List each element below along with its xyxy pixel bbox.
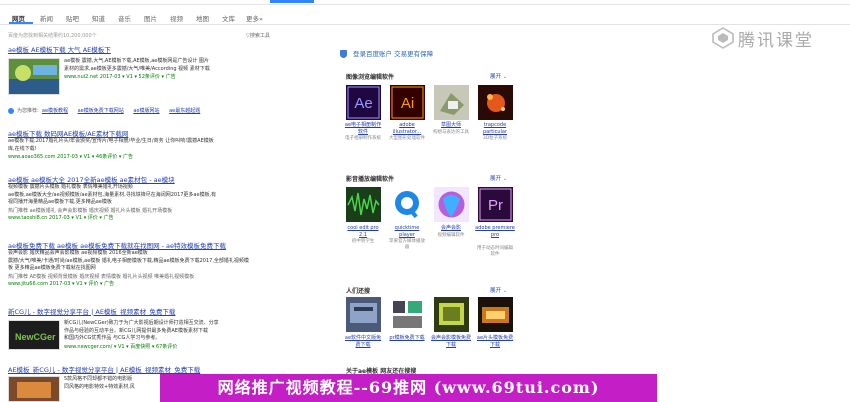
pr-template-thumbnail[interactable] [390,297,425,332]
result-url: www.nui2.net 2017-03 ▾ V1 ▾ 52条评价 ▾ 广告 [64,74,176,80]
svg-text:Ai: Ai [401,95,414,112]
tab-zhidao[interactable]: 知道 [92,13,105,23]
ae-intro-template-thumbnail[interactable] [478,297,513,332]
result-title[interactable]: ae模板 AE模板下载 大气 AE模板下 [8,44,268,54]
result-thumbnail[interactable] [8,58,60,95]
search-tools-button[interactable]: ▽搜索工具 [246,32,270,39]
search-result: ae模板下载 数码网AE模板/AE素材下载网 ae模板下载,2017婚礼片头/年… [8,128,268,160]
result-url: www.jitu66.com 2017-03 ▾ V1 ▾ 评价 ▾ 广告 [8,280,115,287]
app-label[interactable]: 会声会影模板免费下载 [431,335,471,349]
app-label[interactable]: trapcode particular [475,122,515,136]
promo-banner: 网络推广视频教程--69推网 (www.69tui.com) [160,374,657,402]
result-body: ae模板 震撼,大气,AE模板下载,AE模板,ae模板网是广告设计 图片 素材的… [64,58,269,80]
result-count: 百度为您找到相关结果约10,200,000个 [8,33,97,39]
recommend-link[interactable]: ae最东越起题 [169,108,200,114]
result-url: www.taoshi8.cn 2017-03 ▾ V1 ▾ 评价 ▾ 广告 [8,214,114,221]
app-subtitle: 3D粒子系统 [482,136,508,141]
search-result: ae模板 AE模板下载 大气 AE模板下 [8,44,268,54]
section-title: 影音播放编辑软件 [346,176,395,183]
login-promo[interactable]: 登录百度账户 交易更有保障 [340,48,433,58]
app-label[interactable]: adobe illustrator... [387,122,427,136]
result-url: www.newcger.com/ ▾ V1 ▾ 百度快照 ▾ 67条评价 [64,343,178,350]
search-result: 新CG儿 - 数字视觉分享平台 | AE模板_视频素材_免费下载 [8,306,268,316]
svg-text:Pr: Pr [488,197,503,214]
svg-text:Ae: Ae [354,95,372,112]
info-icon [8,107,14,114]
illustrator-icon[interactable]: Ai [390,85,425,120]
app-label[interactable]: ae片头模板免费下载 [475,335,515,349]
search-result: ae模板免费下载 ae模板 ae模板免费下载就在找图网 - ae特效模板免费下载… [8,240,268,287]
cool-edit-pro-icon[interactable] [346,187,381,222]
expand-button[interactable]: 展开 ⌄ [490,286,507,294]
result-url: www.aoao365.com 2017-03 ▾ V1 ▾ 46条评价 ▾ 广… [8,154,133,160]
corel-videostudio-icon[interactable] [434,187,469,222]
tab-video[interactable]: 视频 [170,13,183,23]
expand-button[interactable]: 展开 ⌄ [490,174,507,182]
search-button-edge[interactable] [270,0,314,3]
tab-wenku[interactable]: 文库 [222,13,235,23]
recommend-bar: 为您推荐: ae模板教程 ae模板免费下载网站 ae模版网站 ae最东越起题 [8,107,208,114]
app-label[interactable]: 会声会影 [431,225,471,232]
section-title: 图像浏览编辑软件 [346,74,395,81]
recommend-link[interactable]: ae模板教程 [42,108,68,114]
app-subtitle: 电子相册制作系统 [345,136,381,141]
search-result: AE模板_新CG儿 - 数字视觉分享平台 | AE模板_视频素材_免费下载 [8,364,268,374]
videostudio-template-thumbnail[interactable] [434,297,469,332]
shield-icon [340,50,347,58]
app-label[interactable]: cool edit pro 2.1 [343,225,383,239]
app-subtitle: 苹果官方媒体播放器 [389,239,425,250]
chevron-down-icon: ⌄ [502,288,508,294]
tab-news[interactable]: 新闻 [40,13,53,23]
app-label[interactable]: ae电子相册制作软件 [343,122,383,136]
result-thumbnail[interactable] [8,376,60,402]
app-label[interactable]: adobe premiere pro [475,225,515,239]
quicktime-icon[interactable] [390,187,425,222]
tab-tieba[interactable]: 贴吧 [66,13,79,23]
premiere-pro-icon[interactable]: Pr [478,187,513,222]
result-title[interactable]: 新CG儿 - 数字视觉分享平台 | AE模板_视频素材_免费下载 [8,306,268,316]
result-body: 5款风格不同却都不错的电影版 同风格的电影特效+特效素材,风 [64,376,135,390]
app-label[interactable]: pr模板免费下载 [387,335,427,342]
tencent-classroom-logo-icon [712,27,734,49]
app-subtitle: 构想与表达的工具 [433,130,469,135]
trapcode-particular-icon[interactable] [478,85,513,120]
recommend-link[interactable]: ae模板免费下载网站 [78,108,124,114]
chevron-down-icon: ⌄ [502,176,508,182]
result-title[interactable]: ae模板下载 数码网AE模板/AE素材下载网 [8,128,268,138]
recommend-link[interactable]: ae模版网站 [133,108,159,114]
sketchup-icon[interactable] [434,85,469,120]
app-subtitle: 初中到学生 [351,239,375,244]
tab-music[interactable]: 音乐 [118,13,131,23]
app-subtitle: 视频编辑软件 [437,233,465,238]
tab-more[interactable]: 更多» [246,13,263,23]
result-title[interactable]: ae模板免费下载 ae模板 ae模板免费下载就在找图网 - ae特效模板免费下载 [8,240,268,250]
active-tab-indicator [9,22,33,24]
expand-button[interactable]: 展开 ⌄ [490,72,507,80]
search-result: ae模板 ae模板大全 2017全新ae模板 ae素材包 - ae模块 视频模板… [8,174,268,221]
tab-map[interactable]: 地图 [196,13,209,23]
watermark-text: 腾讯课堂 [738,31,814,51]
result-title[interactable]: AE模板_新CG儿 - 数字视觉分享平台 | AE模板_视频素材_免费下载 [8,364,268,374]
app-label[interactable]: 草图大师 [431,122,471,129]
browser-top-bar [0,0,850,5]
tab-images[interactable]: 图片 [144,13,157,23]
chevron-down-icon: ⌄ [502,74,508,80]
result-title[interactable]: ae模板 ae模板大全 2017全新ae模板 ae素材包 - ae模块 [8,174,268,184]
newcger-logo-thumbnail[interactable]: NewCGer [8,320,60,350]
app-label[interactable]: ae软件中文版免费下载 [343,335,383,349]
app-subtitle: 大型图形处理软件 [389,136,425,141]
app-subtitle: 用于动态时间编辑软件 [477,246,513,257]
svg-text:NewCGer: NewCGer [15,332,56,342]
app-label[interactable]: quicktime player [387,225,427,239]
ae-software-thumbnail[interactable] [346,297,381,332]
result-body: 新CG儿(NewCGer)致力于为广大影视后期设计师打造相互交流、分享 作品与经… [64,320,269,350]
section-title: 人们还搜 [346,288,371,295]
search-tabs: 网页 新闻 贴吧 知道 音乐 图片 视频 地图 文库 更多» [0,10,850,25]
after-effects-icon[interactable]: Ae [346,85,381,120]
